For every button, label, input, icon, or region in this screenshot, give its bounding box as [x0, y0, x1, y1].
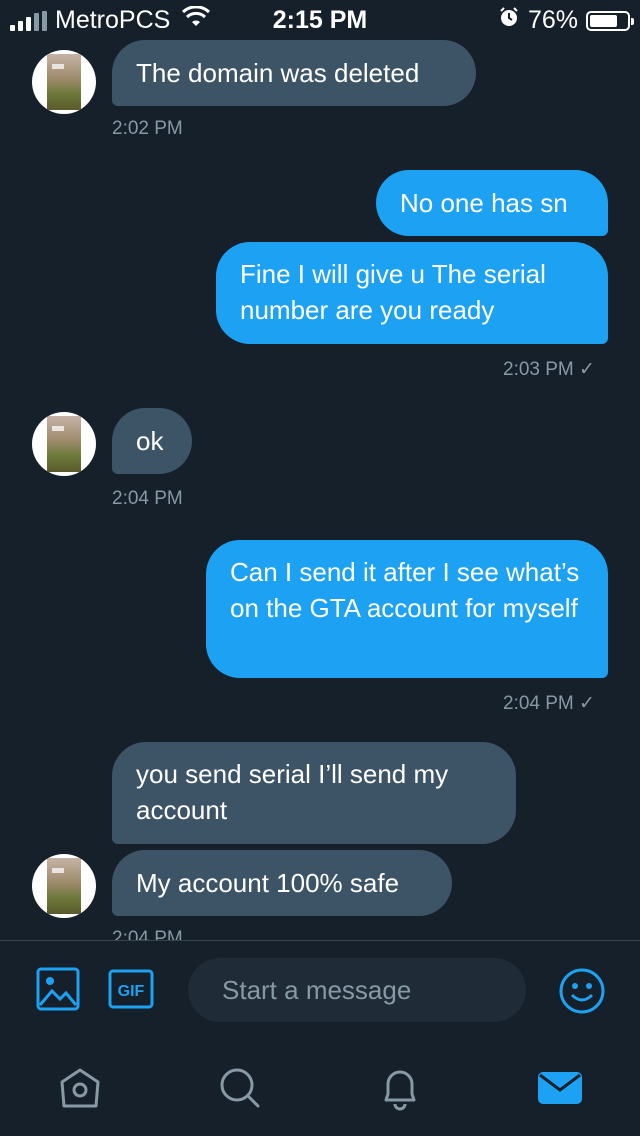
outgoing-message[interactable]: Can I send it after I see what’s on the …: [206, 540, 608, 678]
avatar[interactable]: [32, 412, 96, 476]
message-timestamp: 2:04 PM: [112, 928, 183, 940]
message-timestamp: 2:04 PM ✓: [503, 692, 595, 715]
notifications-icon[interactable]: [372, 1060, 428, 1116]
battery-icon: [586, 10, 634, 31]
home-icon[interactable]: [52, 1060, 108, 1116]
tab-bar: [0, 1040, 640, 1136]
status-right: 76%: [498, 6, 634, 35]
avatar[interactable]: [32, 854, 96, 918]
alarm-icon: [498, 6, 520, 35]
outgoing-message[interactable]: Fine I will give u The serial number are…: [216, 242, 608, 344]
conversation[interactable]: The domain was deleted 2:02 PM No one ha…: [0, 40, 640, 940]
read-check-icon: ✓: [579, 359, 595, 380]
gif-icon[interactable]: GIF: [108, 969, 154, 1014]
search-icon[interactable]: [212, 1060, 268, 1116]
incoming-message[interactable]: you send serial I’ll send my account: [112, 742, 516, 844]
message-input[interactable]: [188, 958, 526, 1022]
incoming-message[interactable]: ok: [112, 408, 192, 474]
messages-icon[interactable]: [532, 1060, 588, 1116]
outgoing-message[interactable]: No one has sn: [376, 170, 608, 236]
read-check-icon: ✓: [579, 693, 595, 714]
gif-label: GIF: [118, 983, 145, 1000]
incoming-message[interactable]: The domain was deleted: [112, 40, 476, 106]
incoming-message[interactable]: My account 100% safe: [112, 850, 452, 916]
battery-percent: 76%: [527, 6, 578, 34]
image-icon[interactable]: [36, 967, 80, 1016]
timestamp-text: 2:03 PM: [503, 359, 574, 380]
message-timestamp: 2:04 PM: [112, 488, 183, 509]
message-timestamp: 2:03 PM ✓: [503, 358, 595, 381]
timestamp-text: 2:04 PM: [503, 693, 574, 714]
emoji-icon[interactable]: [558, 967, 606, 1020]
message-timestamp: 2:02 PM: [112, 118, 183, 139]
status-bar: MetroPCS 2:15 PM 76%: [0, 0, 640, 40]
message-composer: GIF: [0, 940, 640, 1041]
avatar[interactable]: [32, 50, 96, 114]
